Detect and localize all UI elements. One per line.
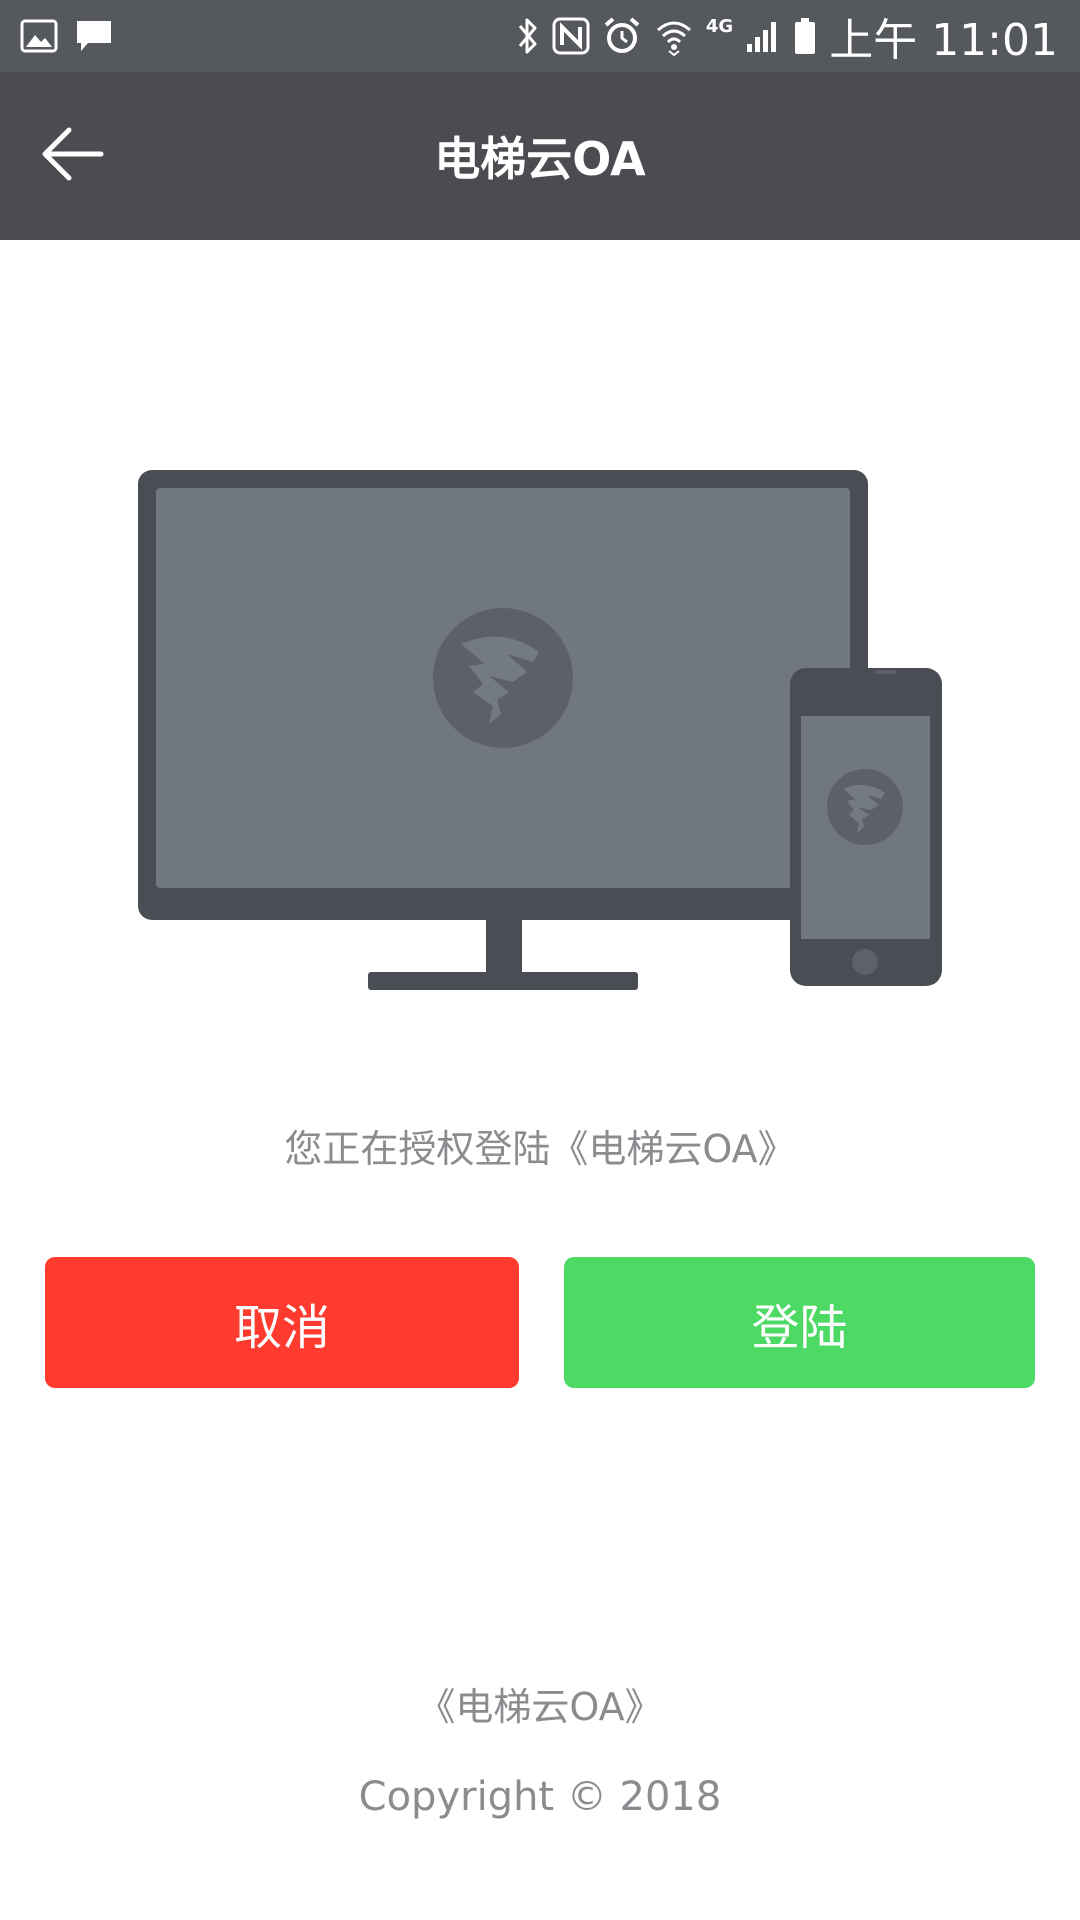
cancel-button[interactable]: 取消	[45, 1257, 519, 1388]
back-arrow-icon	[39, 124, 105, 188]
footer-copyright: Copyright © 2018	[358, 1774, 722, 1820]
status-bar-notifications	[20, 16, 114, 56]
phone-app-logo-icon	[827, 769, 903, 845]
page-title: 电梯云OA	[434, 132, 646, 186]
monitor-icon	[138, 470, 868, 990]
title-bar: 电梯云OA	[0, 72, 1080, 240]
bluetooth-icon	[516, 16, 540, 56]
footer-app-name: 《电梯云OA》	[417, 1685, 663, 1729]
alarm-icon	[602, 16, 642, 56]
image-notification-icon	[20, 19, 58, 53]
signal-icon	[745, 18, 781, 54]
wifi-icon	[654, 16, 694, 56]
login-button-label: 登陆	[751, 1299, 848, 1356]
login-button[interactable]: 登陆	[564, 1257, 1035, 1388]
status-bar-system: 4G 上午 11:01	[516, 10, 1058, 66]
status-bar: 4G 上午 11:01	[0, 0, 1080, 72]
auth-prompt: 您正在授权登陆《电梯云OA》	[284, 1127, 796, 1171]
back-button[interactable]	[36, 122, 108, 190]
clock: 上午 11:01	[829, 15, 1058, 66]
desktop-and-phone-login-illustration	[130, 460, 950, 1000]
battery-icon	[793, 16, 817, 56]
nfc-icon	[552, 17, 590, 55]
message-notification-icon	[74, 18, 114, 54]
phone-icon	[790, 668, 942, 986]
network-type-label: 4G	[705, 15, 734, 37]
cancel-button-label: 取消	[233, 1299, 330, 1356]
app-logo-icon	[433, 608, 573, 748]
